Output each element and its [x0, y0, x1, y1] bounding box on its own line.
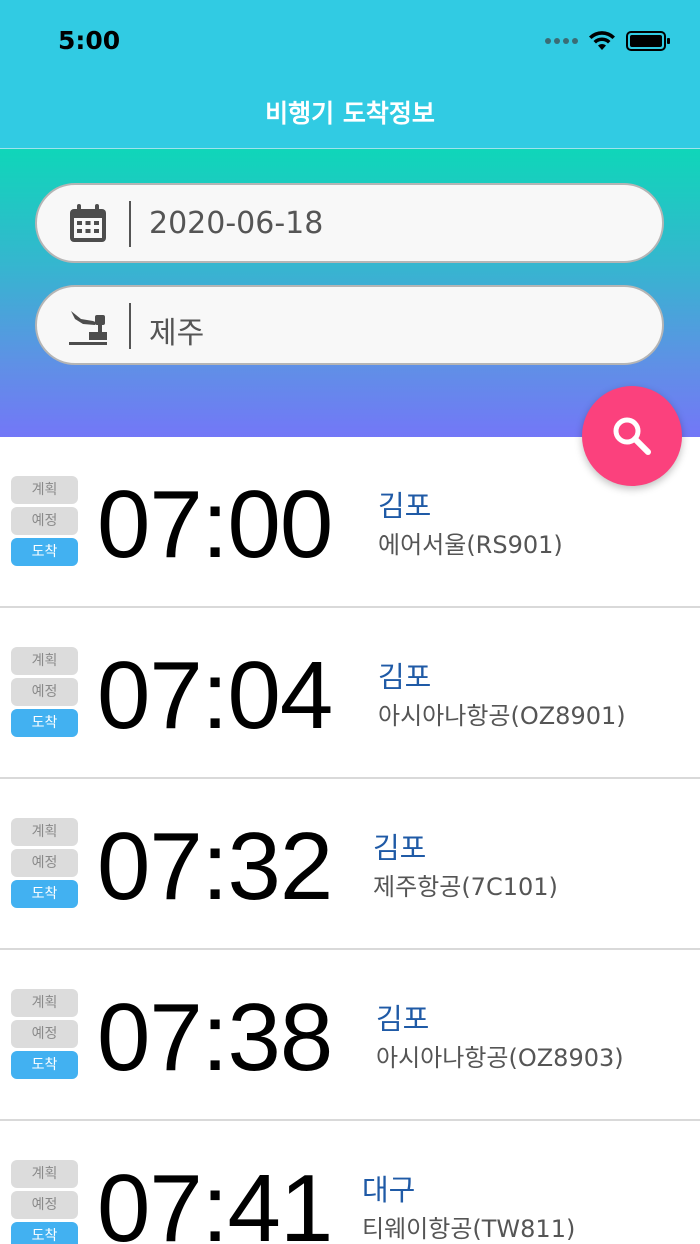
search-panel: 2020-06-18 제주: [0, 149, 700, 437]
airplane-arrival-icon: [69, 311, 107, 345]
airport-value: 제주: [149, 316, 205, 351]
badge-plan: 계획: [11, 476, 78, 504]
app-screen: 5:00 비행기 도착정보 2020-06-18 제주 계획 예정 도착 07:…: [0, 0, 700, 1244]
airline-flight: 티웨이항공(TW811): [362, 1215, 576, 1243]
badge-expected: 예정: [11, 849, 78, 877]
airline-flight: 에어서울(RS901): [378, 531, 563, 559]
origin-city: 김포: [373, 831, 427, 865]
flight-row[interactable]: 계획 예정 도착 07:32 김포 제주항공(7C101): [0, 779, 700, 950]
badge-expected: 예정: [11, 507, 78, 535]
badge-expected: 예정: [11, 1020, 78, 1048]
arrival-time: 07:04: [97, 642, 333, 749]
arrival-time: 07:38: [97, 984, 333, 1091]
badge-plan: 계획: [11, 818, 78, 846]
origin-city: 김포: [376, 1002, 430, 1036]
airline-flight: 아시아나항공(OZ8901): [378, 702, 626, 730]
badge-plan: 계획: [11, 647, 78, 675]
top-bar: 5:00 비행기 도착정보: [0, 0, 700, 149]
badge-arrived: 도착: [11, 709, 78, 737]
badge-expected: 예정: [11, 1191, 78, 1219]
flight-row[interactable]: 계획 예정 도착 07:04 김포 아시아나항공(OZ8901): [0, 608, 700, 779]
badge-expected: 예정: [11, 678, 78, 706]
arrival-time: 07:32: [97, 813, 333, 920]
calendar-icon: [70, 204, 106, 242]
badge-arrived: 도착: [11, 538, 78, 566]
search-icon: [613, 417, 651, 455]
date-field[interactable]: 2020-06-18: [35, 183, 664, 263]
battery-icon: [626, 31, 670, 51]
origin-city: 김포: [378, 660, 432, 694]
origin-city: 대구: [362, 1173, 416, 1207]
arrival-time: 07:00: [97, 471, 333, 578]
origin-city: 김포: [378, 489, 432, 523]
field-divider: [129, 201, 131, 247]
arrival-time: 07:41: [97, 1155, 333, 1244]
status-icons: [545, 30, 672, 52]
search-button[interactable]: [582, 386, 682, 486]
airline-flight: 아시아나항공(OZ8903): [376, 1044, 624, 1072]
badge-plan: 계획: [11, 989, 78, 1017]
airport-field[interactable]: 제주: [35, 285, 664, 365]
airline-flight: 제주항공(7C101): [373, 873, 558, 901]
page-title: 비행기 도착정보: [265, 99, 435, 128]
badge-arrived: 도착: [11, 880, 78, 908]
date-value: 2020-06-18: [149, 206, 324, 241]
flight-row[interactable]: 계획 예정 도착 07:41 대구 티웨이항공(TW811): [0, 1121, 700, 1244]
flight-row[interactable]: 계획 예정 도착 07:38 김포 아시아나항공(OZ8903): [0, 950, 700, 1121]
badge-arrived: 도착: [11, 1222, 78, 1244]
cellular-signal-icon: [545, 38, 578, 44]
badge-plan: 계획: [11, 1160, 78, 1188]
flight-list: 계획 예정 도착 07:00 김포 에어서울(RS901) 계획 예정 도착 0…: [0, 437, 700, 1244]
wifi-icon: [589, 31, 615, 50]
field-divider: [129, 303, 131, 349]
status-time: 5:00: [58, 26, 121, 55]
badge-arrived: 도착: [11, 1051, 78, 1079]
